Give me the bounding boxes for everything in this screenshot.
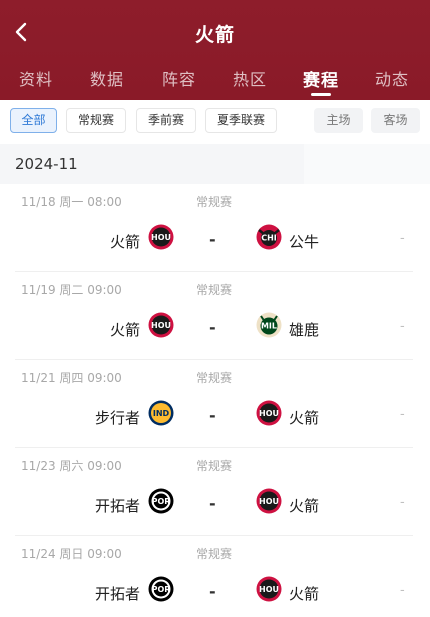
svg-text:IND: IND: [153, 409, 170, 418]
game-datetime: 11/23 周六 09:00: [21, 459, 122, 473]
filter-away-chip[interactable]: 客场: [371, 108, 420, 133]
game-row[interactable]: 11/23 周六 09:00 常规赛 开拓者 POR - HOU 火箭 -: [0, 448, 430, 536]
away-team-name: 火箭: [289, 585, 320, 603]
svg-text:POR: POR: [152, 497, 171, 506]
bucks-logo-icon: MIL: [256, 312, 282, 338]
pacers-logo-icon: IND: [148, 400, 174, 426]
tab-info[interactable]: 资料: [0, 66, 72, 90]
game-status: -: [400, 495, 405, 510]
tab-news[interactable]: 动态: [356, 66, 428, 90]
page-title: 火箭: [194, 24, 235, 46]
tab-stats[interactable]: 数据: [71, 66, 143, 90]
team-tabs: 资料 数据 阵容 热区 赛程 动态: [0, 64, 430, 100]
game-row[interactable]: 11/24 周日 09:00 常规赛 开拓者 POR - HOU 火箭 -: [0, 536, 430, 617]
svg-text:HOU: HOU: [151, 233, 171, 242]
game-score: -: [209, 582, 216, 601]
svg-text:HOU: HOU: [151, 321, 171, 330]
away-team-name: 火箭: [289, 409, 320, 427]
game-type: 常规赛: [196, 283, 233, 297]
tab-roster[interactable]: 阵容: [143, 66, 215, 90]
game-score: -: [209, 494, 216, 513]
svg-text:POR: POR: [152, 585, 171, 594]
game-score: -: [209, 318, 216, 337]
svg-text:HOU: HOU: [259, 409, 279, 418]
svg-text:HOU: HOU: [259, 585, 279, 594]
home-team-name: 开拓者: [94, 585, 140, 603]
game-row[interactable]: 11/19 周二 09:00 常规赛 火箭 HOU - MIL 雄鹿 -: [0, 272, 430, 360]
game-datetime: 11/19 周二 09:00: [21, 283, 122, 297]
svg-text:CHI: CHI: [261, 234, 277, 243]
game-row[interactable]: 11/18 周一 08:00 常规赛 火箭 HOU - CHI 公牛 -: [0, 184, 430, 272]
tab-hotzone[interactable]: 热区: [214, 66, 286, 90]
game-datetime: 11/18 周一 08:00: [21, 195, 122, 209]
svg-text:HOU: HOU: [259, 497, 279, 506]
filter-home-chip[interactable]: 主场: [314, 108, 363, 133]
game-row[interactable]: 11/21 周四 09:00 常规赛 步行者 IND - HOU 火箭 -: [0, 360, 430, 448]
month-header: 2024-11: [0, 144, 304, 184]
away-team-name: 雄鹿: [289, 321, 320, 339]
bulls-logo-icon: CHI: [256, 224, 282, 250]
rockets-logo-icon: HOU: [256, 488, 282, 514]
game-datetime: 11/21 周四 09:00: [21, 371, 122, 385]
rockets-logo-icon: HOU: [256, 400, 282, 426]
blazers-logo-icon: POR: [148, 576, 174, 602]
month-header-fade: [304, 144, 430, 184]
home-team-name: 开拓者: [94, 497, 140, 515]
game-status: -: [400, 583, 405, 598]
game-datetime: 11/24 周日 09:00: [21, 547, 122, 561]
home-team-name: 火箭: [109, 233, 140, 251]
game-status: -: [400, 319, 405, 334]
app-header: 火箭 资料 数据 阵容 热区 赛程 动态: [0, 0, 430, 100]
active-tab-indicator: [311, 93, 331, 96]
game-score: -: [209, 230, 216, 249]
filter-preseason-chip[interactable]: 季前赛: [136, 108, 196, 133]
home-team-name: 步行者: [94, 409, 140, 427]
game-status: -: [400, 407, 405, 422]
home-team-name: 火箭: [109, 321, 140, 339]
filter-all-chip[interactable]: 全部: [10, 108, 57, 133]
blazers-logo-icon: POR: [148, 488, 174, 514]
game-type: 常规赛: [196, 195, 233, 209]
filter-summer-league-chip[interactable]: 夏季联赛: [205, 108, 277, 133]
game-status: -: [400, 231, 405, 246]
rockets-logo-icon: HOU: [256, 576, 282, 602]
game-type: 常规赛: [196, 371, 233, 385]
tab-schedule[interactable]: 赛程: [285, 66, 357, 91]
rockets-logo-icon: HOU: [148, 224, 174, 250]
game-type: 常规赛: [196, 459, 233, 473]
filter-regular-season-chip[interactable]: 常规赛: [66, 108, 126, 133]
away-team-name: 火箭: [289, 497, 320, 515]
svg-text:MIL: MIL: [261, 322, 277, 331]
game-score: -: [209, 406, 216, 425]
filter-bar: 全部 常规赛 季前赛 夏季联赛 主场 客场: [0, 100, 430, 142]
away-team-name: 公牛: [289, 233, 320, 251]
rockets-logo-icon: HOU: [148, 312, 174, 338]
game-type: 常规赛: [196, 547, 233, 561]
